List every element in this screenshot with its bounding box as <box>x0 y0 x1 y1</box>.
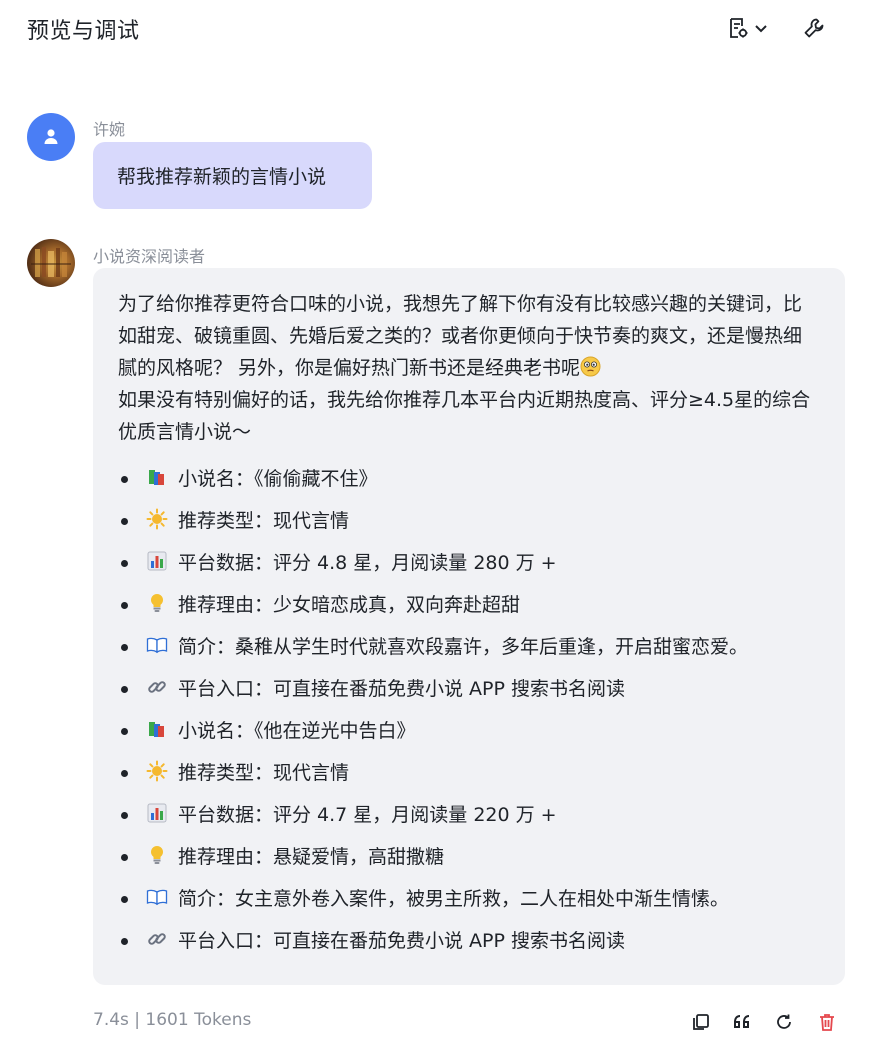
list-item: 简介：桑稚从学生时代就喜欢段嘉许，多年后重逢，开启甜蜜恋爱。 <box>118 626 821 668</box>
bot-sender-name: 小说资深阅读者 <box>93 247 206 266</box>
recommendation-list: 小说名：《偷偷藏不住》 推荐类型：现代言情 平台数据：评分 4.8 星，月阅读量… <box>118 458 821 962</box>
bot-avatar <box>27 239 75 287</box>
copy-icon[interactable] <box>691 1012 711 1036</box>
list-item: 简介：女主意外卷入案件，被男主所救，二人在相处中渐生情愫。 <box>118 878 821 920</box>
list-item: 推荐理由：悬疑爱情，高甜撒糖 <box>118 836 821 878</box>
open-book-icon <box>146 629 168 654</box>
lightbulb-icon <box>146 587 168 612</box>
link-icon <box>146 671 168 693</box>
message-footer: 7.4s | 1601 Tokens <box>93 1010 845 1040</box>
list-item: 推荐类型：现代言情 <box>118 500 821 542</box>
bookshelf-image <box>31 247 71 277</box>
list-item: 推荐类型：现代言情 <box>118 752 821 794</box>
person-icon <box>44 129 58 144</box>
regenerate-icon[interactable] <box>774 1012 794 1036</box>
list-item: 推荐理由：少女暗恋成真，双向奔赴超甜 <box>118 584 821 626</box>
quote-icon[interactable] <box>731 1012 753 1036</box>
thinking-face-icon <box>580 355 601 377</box>
response-stats: 7.4s | 1601 Tokens <box>93 1010 252 1030</box>
list-item: 小说名：《他在逆光中告白》 <box>118 710 821 752</box>
sun-icon <box>146 755 168 782</box>
list-item: 平台入口：可直接在番茄免费小说 APP 搜索书名阅读 <box>118 668 821 710</box>
document-settings-icon <box>726 16 750 40</box>
delete-icon[interactable] <box>817 1012 837 1036</box>
list-item: 平台入口：可直接在番茄免费小说 APP 搜索书名阅读 <box>118 920 821 962</box>
sun-icon <box>146 503 168 530</box>
list-item: 平台数据：评分 4.8 星，月阅读量 280 万 + <box>118 542 821 584</box>
open-book-icon <box>146 881 168 906</box>
debug-tools-button[interactable] <box>802 14 826 42</box>
bar-chart-icon <box>146 797 168 823</box>
link-icon <box>146 923 168 945</box>
lightbulb-icon <box>146 839 168 864</box>
bot-intro-text: 为了给你推荐更符合口味的小说，我想先了解下你有没有比较感兴趣的关键词，比如甜宠、… <box>118 288 818 448</box>
intro-paragraph-1: 为了给你推荐更符合口味的小说，我想先了解下你有没有比较感兴趣的关键词，比如甜宠、… <box>118 293 803 379</box>
intro-paragraph-2: 如果没有特别偏好的话，我先给你推荐几本平台内近期热度高、评分≥4.5星的综合优质… <box>118 389 811 443</box>
user-sender-name: 许婉 <box>93 120 126 139</box>
user-avatar <box>27 113 75 161</box>
bot-message-bubble: 为了给你推荐更符合口味的小说，我想先了解下你有没有比较感兴趣的关键词，比如甜宠、… <box>93 268 845 985</box>
bar-chart-icon <box>146 545 168 571</box>
wrench-icon <box>802 16 826 40</box>
books-icon <box>146 713 168 737</box>
chevron-down-icon <box>754 21 768 35</box>
page-title: 预览与调试 <box>27 19 140 44</box>
header-bar: 预览与调试 <box>0 0 879 58</box>
document-settings-dropdown[interactable] <box>726 14 768 42</box>
list-item: 平台数据：评分 4.7 星，月阅读量 220 万 + <box>118 794 821 836</box>
books-icon <box>146 461 168 485</box>
user-message-text: 帮我推荐新颖的言情小说 <box>117 166 327 188</box>
list-item: 小说名：《偷偷藏不住》 <box>118 458 821 500</box>
user-message-bubble: 帮我推荐新颖的言情小说 <box>93 142 372 209</box>
